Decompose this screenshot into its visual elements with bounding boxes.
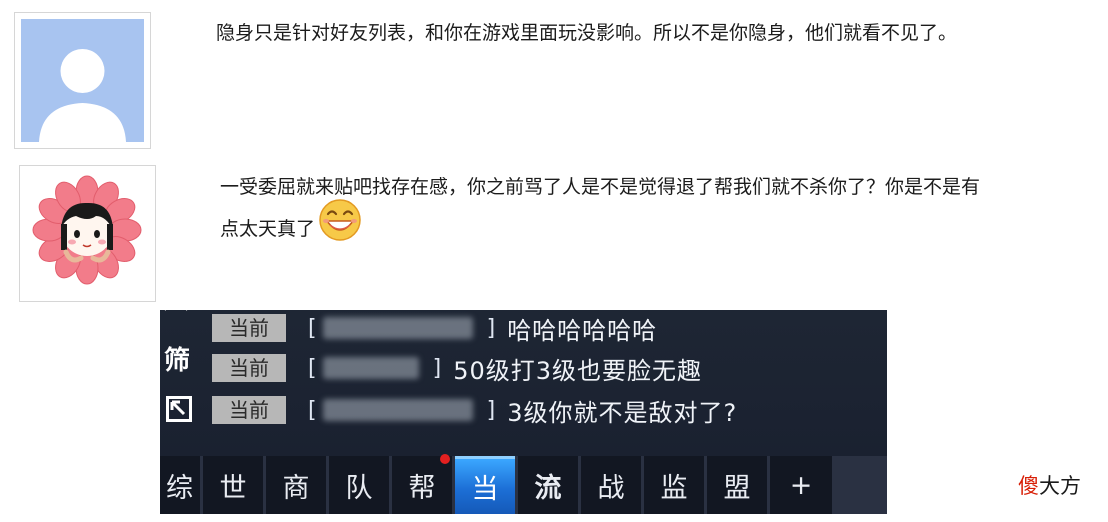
chat-row: 当前 [ ] 3级你就不是敌对了? [212, 392, 737, 428]
side-glyph-filter[interactable]: 筛 [164, 340, 190, 377]
chat-message: 50级打3级也要脸无趣 [453, 356, 702, 385]
expand-arrow-icon[interactable] [166, 396, 192, 422]
chat-channel-tabs: 综 世 商 队 帮 当 流 战 监 盟 + [160, 454, 887, 514]
game-chat-panel: ⌒ 筛 当前 [ ] 哈哈哈哈哈哈 当前 [ ] 50级打3级也要脸无趣 当前 … [160, 310, 887, 514]
post-2-line2: 点太天真了 [220, 199, 1100, 250]
side-glyph-top: ⌒ [164, 310, 188, 330]
post-2-line2-text: 点太天真了 [220, 218, 316, 240]
bracket-left: [ [308, 397, 317, 423]
tab-trade[interactable]: 商 [266, 456, 326, 514]
channel-tag: 当前 [212, 354, 286, 382]
tab-guild[interactable]: 帮 [392, 454, 452, 514]
blurred-player-name [322, 399, 473, 421]
bracket-left: [ [308, 355, 317, 381]
bracket-right: ] [486, 397, 496, 423]
post-2-text: 一受委屈就来贴吧找存在感，你之前骂了人是不是觉得退了帮我们就不杀你了？你是不是有… [220, 166, 1100, 250]
notification-dot [440, 454, 450, 464]
flower-girl-avatar-icon [32, 175, 142, 285]
blurred-player-name [322, 357, 419, 379]
blurred-player-name [322, 317, 473, 339]
bracket-right: ] [486, 315, 496, 341]
watermark-red-char: 傻 [1018, 474, 1039, 498]
tab-general[interactable]: 综 [160, 456, 200, 514]
bracket-right: ] [432, 355, 442, 381]
chat-log: ⌒ 筛 当前 [ ] 哈哈哈哈哈哈 当前 [ ] 50级打3级也要脸无趣 当前 … [160, 310, 887, 456]
chat-message: 哈哈哈哈哈哈 [507, 316, 658, 345]
avatar-flower-girl[interactable] [19, 165, 156, 302]
channel-tag: 当前 [212, 396, 286, 424]
tab-team[interactable]: 队 [329, 456, 389, 514]
tab-alliance[interactable]: 盟 [707, 456, 767, 514]
chat-row: 当前 [ ] 50级打3级也要脸无趣 [212, 350, 702, 386]
tab-flow[interactable]: 流 [518, 456, 578, 514]
add-tab-button[interactable]: + [770, 456, 832, 514]
tab-current[interactable]: 当 [455, 456, 515, 514]
tab-battle[interactable]: 战 [581, 456, 641, 514]
tab-world[interactable]: 世 [203, 456, 263, 514]
tab-guild-label: 帮 [408, 472, 436, 504]
default-user-icon [21, 19, 144, 142]
channel-tag: 当前 [212, 314, 286, 342]
laughing-emoji-icon [319, 199, 361, 241]
avatar-default[interactable] [14, 12, 151, 149]
tab-monitor[interactable]: 监 [644, 456, 704, 514]
watermark: 傻大方 [1018, 470, 1081, 500]
chat-row: 当前 [ ] 哈哈哈哈哈哈 [212, 310, 657, 346]
watermark-rest: 大方 [1039, 474, 1081, 498]
chat-message: 3级你就不是敌对了? [507, 398, 738, 427]
bracket-left: [ [308, 315, 317, 341]
post-1-text: 隐身只是针对好友列表，和你在游戏里面玩没影响。所以不是你隐身，他们就看不见了。 [216, 22, 958, 44]
